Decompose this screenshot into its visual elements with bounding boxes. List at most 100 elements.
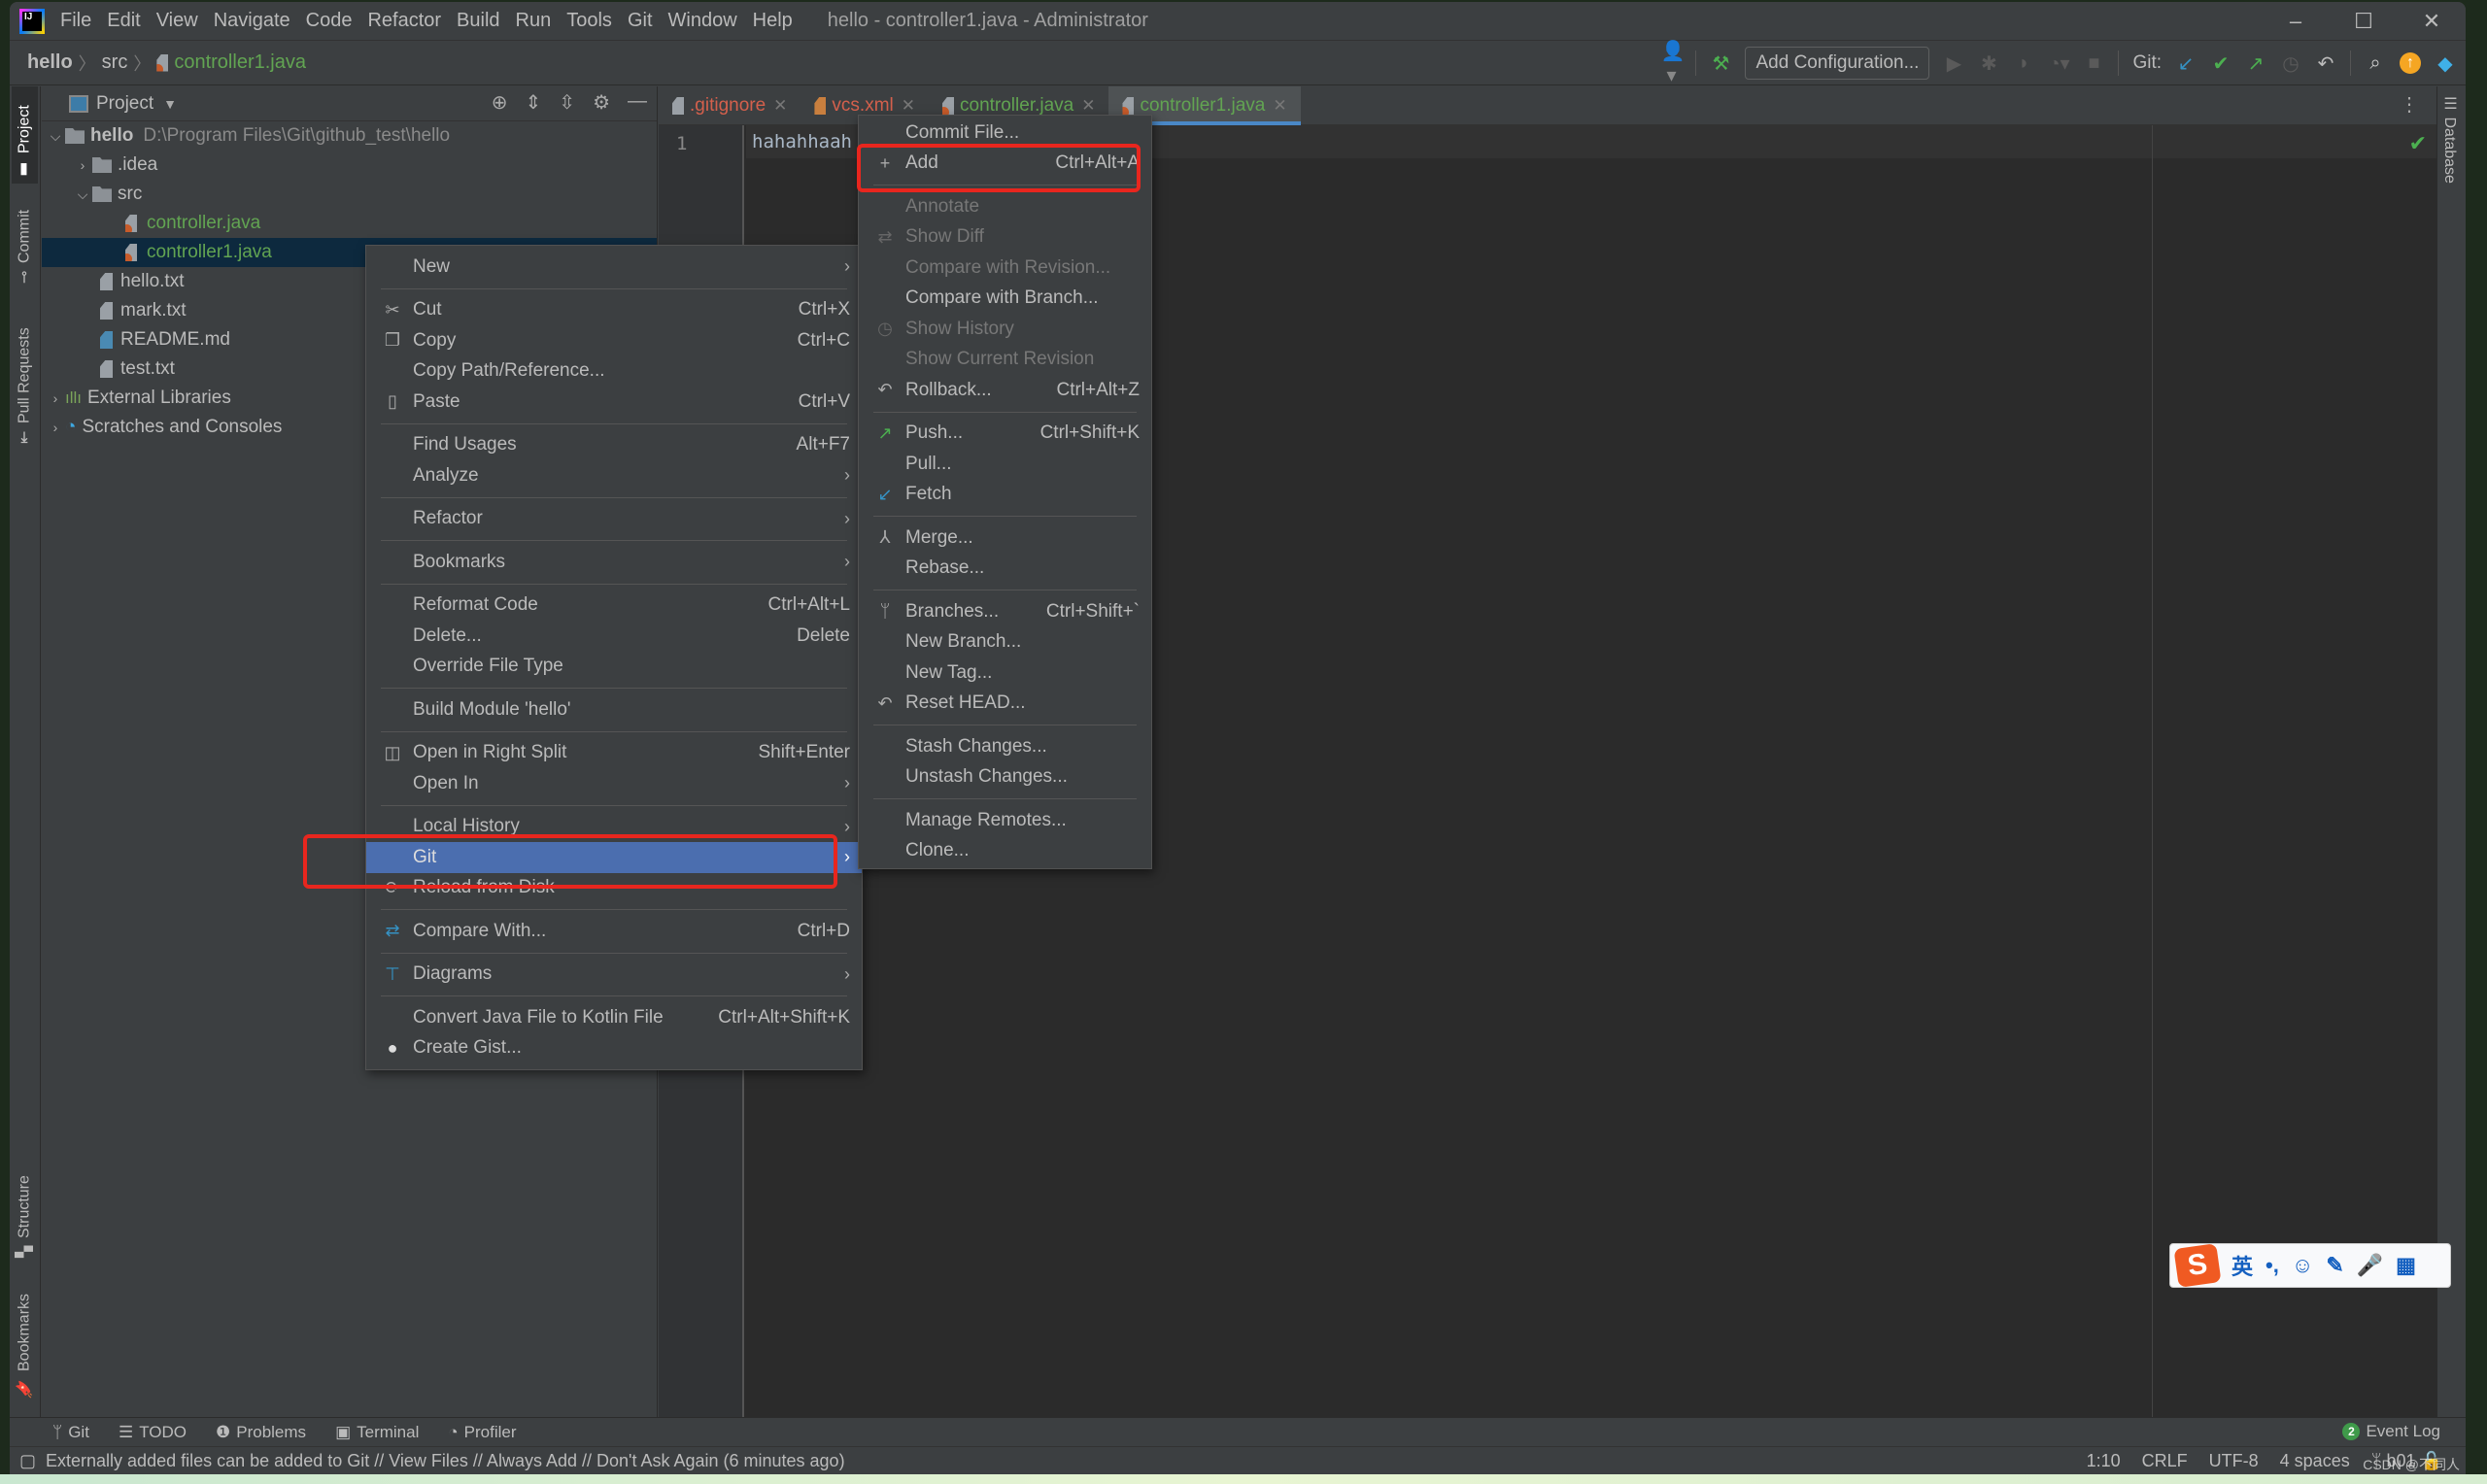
chevron-right-icon[interactable]: › bbox=[46, 390, 65, 406]
close-button[interactable]: ✕ bbox=[2398, 2, 2466, 41]
ide-update-icon[interactable]: ↑ bbox=[2400, 52, 2421, 74]
menu-run[interactable]: Run bbox=[516, 10, 552, 32]
menu-item-diagrams[interactable]: ⊤ Diagrams › bbox=[366, 960, 862, 991]
menu-item-stash-changes[interactable]: Stash Changes... bbox=[859, 731, 1151, 762]
sogou-logo-icon[interactable]: S bbox=[2173, 1243, 2222, 1288]
tool-tab-project[interactable]: ▮ Project bbox=[12, 86, 38, 184]
menu-item-rebase[interactable]: Rebase... bbox=[859, 554, 1151, 585]
menu-item-delete[interactable]: Delete... Delete bbox=[366, 621, 862, 652]
menu-item-show-history[interactable]: ◷ Show History bbox=[859, 314, 1151, 345]
tool-tab-database[interactable]: ☰ Database bbox=[2440, 94, 2459, 184]
menu-item-reset-head[interactable]: ↶ Reset HEAD... bbox=[859, 689, 1151, 720]
locate-file-icon[interactable]: ⊕ bbox=[492, 90, 508, 115]
microphone-icon[interactable]: 🎤 bbox=[2357, 1253, 2383, 1278]
menu-git[interactable]: Git bbox=[628, 10, 653, 32]
menu-item-unstash-changes[interactable]: Unstash Changes... bbox=[859, 762, 1151, 793]
toggle-tool-windows-icon[interactable]: ▢ bbox=[19, 1451, 36, 1471]
collapse-all-icon[interactable]: ⇳ bbox=[559, 90, 575, 115]
chevron-down-icon[interactable]: ▼ bbox=[163, 96, 177, 112]
menu-item-new[interactable]: New › bbox=[366, 252, 862, 283]
handwriting-icon[interactable]: ✎ bbox=[2326, 1253, 2343, 1278]
gear-icon[interactable]: ⚙ bbox=[593, 90, 610, 115]
file-encoding[interactable]: UTF-8 bbox=[2209, 1451, 2259, 1471]
menu-item-show-diff[interactable]: ⇄ Show Diff bbox=[859, 222, 1151, 253]
menu-item-annotate[interactable]: Annotate bbox=[859, 191, 1151, 222]
menu-item-convert-java-file-to-kotlin-file[interactable]: Convert Java File to Kotlin File Ctrl+Alt… bbox=[366, 1002, 862, 1033]
menu-item-build-module-hello[interactable]: Build Module 'hello' bbox=[366, 694, 862, 725]
menu-item-pull[interactable]: Pull... bbox=[859, 449, 1151, 480]
coverage-icon[interactable]: ◗ bbox=[2013, 52, 2034, 75]
tool-window-profiler[interactable]: ◔ Profiler bbox=[448, 1423, 516, 1442]
tool-window-todo[interactable]: ☰ TODO bbox=[119, 1423, 187, 1442]
debug-icon[interactable]: ✱ bbox=[1978, 51, 1999, 76]
menu-item-bookmarks[interactable]: Bookmarks › bbox=[366, 547, 862, 578]
maximize-button[interactable]: ☐ bbox=[2330, 2, 2398, 41]
git-commit-icon[interactable]: ✔ bbox=[2210, 51, 2231, 76]
git-rollback-icon[interactable]: ↶ bbox=[2315, 51, 2336, 76]
project-view-selector[interactable]: Project bbox=[96, 93, 153, 115]
menu-item-find-usages[interactable]: Find Usages Alt+F7 bbox=[366, 430, 862, 461]
tool-tab-pull-requests[interactable]: ⇤ Pull Requests bbox=[12, 302, 38, 448]
inspection-ok-icon[interactable]: ✔ bbox=[2409, 131, 2427, 156]
close-tab-icon[interactable]: ✕ bbox=[902, 96, 915, 116]
vcs-user-icon[interactable]: 👤▾ bbox=[1660, 39, 1685, 87]
ime-punctuation-toggle[interactable]: •, bbox=[2266, 1253, 2279, 1278]
menu-item-new-tag[interactable]: New Tag... bbox=[859, 658, 1151, 689]
tree-row-root[interactable]: ⌵ hello D:\Program Files\Git\github_test… bbox=[42, 121, 657, 151]
menu-item-branches[interactable]: ᛘ Branches... Ctrl+Shift+` bbox=[859, 596, 1151, 627]
breadcrumb-hello[interactable]: hello bbox=[27, 51, 73, 74]
menu-item-reload-from-disk[interactable]: ⟳ Reload from Disk bbox=[366, 873, 862, 904]
menu-item-cut[interactable]: ✂ Cut Ctrl+X bbox=[366, 295, 862, 326]
tab-gitignore[interactable]: .gitignore ✕ bbox=[659, 86, 801, 125]
status-message[interactable]: Externally added files can be added to G… bbox=[46, 1451, 845, 1471]
menu-item-paste[interactable]: ▯ Paste Ctrl+V bbox=[366, 387, 862, 418]
tool-tab-commit[interactable]: ⊸ Commit bbox=[12, 195, 38, 287]
tool-tab-bookmarks[interactable]: 🔖 Bookmarks bbox=[12, 1281, 38, 1402]
chevron-right-icon[interactable]: › bbox=[73, 157, 92, 173]
menu-item-open-in-right-split[interactable]: ◫ Open in Right Split Shift+Enter bbox=[366, 738, 862, 769]
menu-item-clone[interactable]: Clone... bbox=[859, 836, 1151, 867]
run-icon[interactable]: ▶ bbox=[1943, 51, 1964, 76]
menu-file[interactable]: File bbox=[60, 10, 91, 32]
hide-panel-icon[interactable]: — bbox=[628, 90, 647, 115]
tool-tab-structure[interactable]: ▚ Structure bbox=[12, 1155, 38, 1262]
tree-row-src[interactable]: ⌵ src bbox=[42, 180, 657, 209]
git-history-icon[interactable]: ◷ bbox=[2280, 51, 2301, 76]
stop-icon[interactable]: ■ bbox=[2083, 52, 2104, 75]
menu-item-local-history[interactable]: Local History › bbox=[366, 812, 862, 843]
menu-item-compare-with-branch[interactable]: Compare with Branch... bbox=[859, 284, 1151, 315]
search-everywhere-icon[interactable]: ⌕ bbox=[2365, 52, 2386, 75]
menu-item-compare-with-revision[interactable]: Compare with Revision... bbox=[859, 253, 1151, 284]
menu-item-show-current-revision[interactable]: Show Current Revision bbox=[859, 345, 1151, 376]
code-with-me-icon[interactable]: ◆ bbox=[2435, 51, 2456, 76]
caret-position[interactable]: 1:10 bbox=[2087, 1451, 2121, 1471]
chevron-right-icon[interactable]: › bbox=[46, 420, 65, 435]
menu-item-push[interactable]: ↗ Push... Ctrl+Shift+K bbox=[859, 419, 1151, 450]
menu-item-analyze[interactable]: Analyze › bbox=[366, 460, 862, 491]
tool-window-problems[interactable]: ❶ Problems bbox=[216, 1423, 306, 1442]
close-tab-icon[interactable]: ✕ bbox=[773, 96, 787, 116]
git-update-icon[interactable]: ↙ bbox=[2175, 51, 2197, 76]
indent-setting[interactable]: 4 spaces bbox=[2280, 1451, 2350, 1471]
tool-window-git[interactable]: ᛘ Git bbox=[52, 1423, 89, 1442]
menu-help[interactable]: Help bbox=[753, 10, 793, 32]
tool-window-terminal[interactable]: ▣ Terminal bbox=[335, 1423, 419, 1442]
menu-view[interactable]: View bbox=[156, 10, 198, 32]
menu-navigate[interactable]: Navigate bbox=[214, 10, 290, 32]
ime-language-toggle[interactable]: 英 bbox=[2231, 1250, 2253, 1281]
emoji-icon[interactable]: ☺ bbox=[2292, 1253, 2313, 1278]
menu-item-fetch[interactable]: ↙ Fetch bbox=[859, 480, 1151, 511]
menu-item-reformat-code[interactable]: Reformat Code Ctrl+Alt+L bbox=[366, 590, 862, 622]
menu-window[interactable]: Window bbox=[668, 10, 737, 32]
menu-item-commit-file[interactable]: Commit File... bbox=[859, 118, 1151, 149]
profile-icon[interactable]: ◔▾ bbox=[2048, 51, 2069, 76]
menu-item-refactor[interactable]: Refactor › bbox=[366, 504, 862, 535]
menu-item-copy-path-reference[interactable]: Copy Path/Reference... bbox=[366, 356, 862, 388]
close-tab-icon[interactable]: ✕ bbox=[1273, 96, 1286, 116]
expand-all-icon[interactable]: ⇕ bbox=[526, 90, 542, 115]
tree-row-idea[interactable]: › .idea bbox=[42, 151, 657, 180]
menu-item-compare-with[interactable]: ⇄ Compare With... Ctrl+D bbox=[366, 916, 862, 947]
menu-item-create-gist[interactable]: ● Create Gist... bbox=[366, 1033, 862, 1064]
code-line[interactable]: hahahhaah bbox=[752, 131, 852, 152]
minimize-button[interactable]: – bbox=[2262, 2, 2330, 41]
